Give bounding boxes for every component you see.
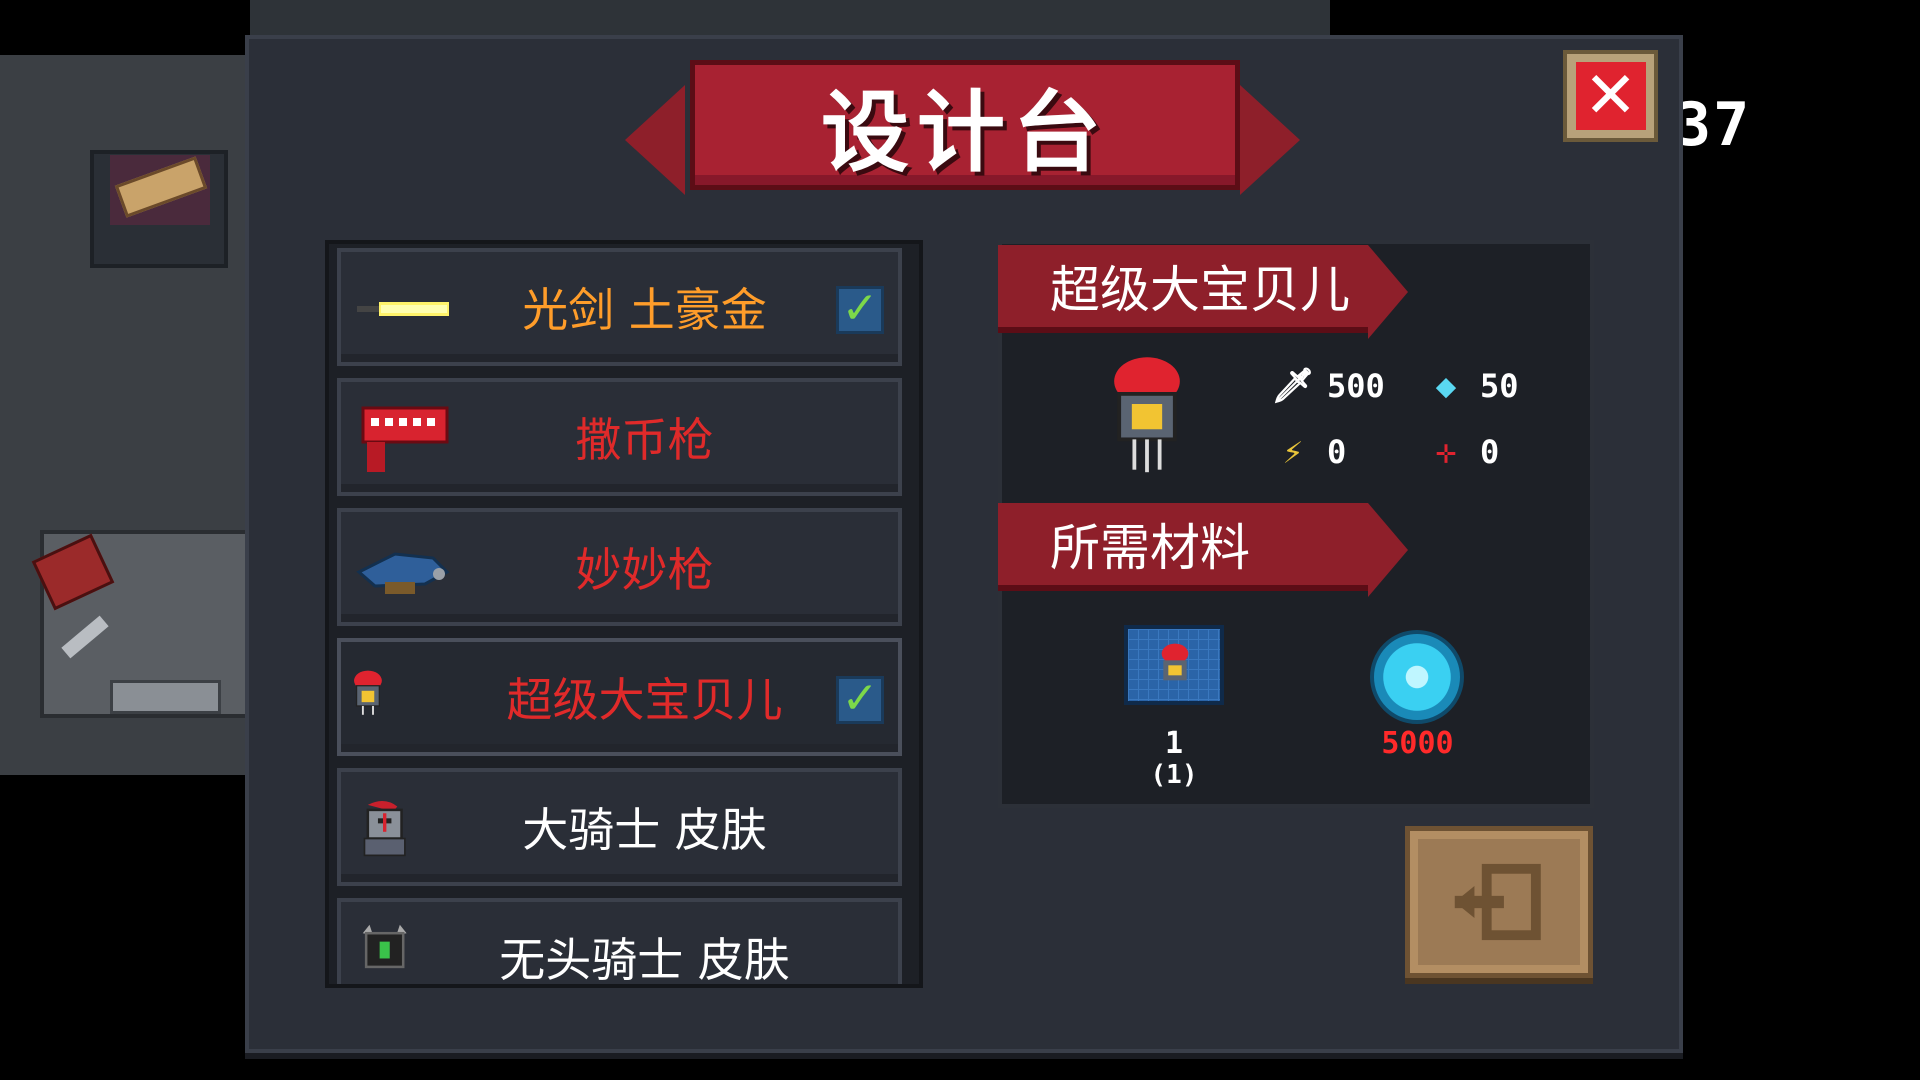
title-banner: 设计台 xyxy=(690,60,1240,190)
recipe-label: 撒币枪 xyxy=(575,413,714,467)
recipe-item-coin-gun[interactable]: 撒币枪 xyxy=(337,378,902,496)
page-title: 设计台 xyxy=(820,80,1109,184)
diamond-icon: ◆ xyxy=(1435,366,1457,406)
item-name-banner: 超级大宝贝儿 xyxy=(998,245,1408,339)
knight-skin-icon xyxy=(363,801,406,857)
materials-banner: 所需材料 xyxy=(998,503,1408,597)
checkmark-icon: ✓ xyxy=(836,286,884,334)
lightsaber-icon xyxy=(357,302,449,316)
recipe-item-mystery-gun[interactable]: 妙妙枪 xyxy=(337,508,902,626)
recipe-item-knight-skin[interactable]: 大骑士 皮肤 xyxy=(337,768,902,886)
recipe-item-headless-knight-skin[interactable]: 无头骑士 皮肤 xyxy=(337,898,902,987)
background-wall xyxy=(250,0,1330,40)
coin-gun-icon xyxy=(361,406,449,472)
close-icon: ✕ xyxy=(1575,62,1646,130)
exit-icon xyxy=(1454,863,1541,941)
sword-icon: 🗡 xyxy=(1271,366,1315,406)
checkmark-icon: ✓ xyxy=(836,676,884,724)
lightning-blade-icon: ⚡ xyxy=(1282,432,1304,472)
close-button[interactable]: ✕ xyxy=(1563,50,1658,142)
stat-energy-value: 50 xyxy=(1480,367,1519,405)
blueprint-owned-count: (1) xyxy=(1150,760,1198,790)
recipe-list[interactable]: 光剑 土豪金 ✓ 撒币枪 妙妙枪 超级大宝贝儿 ✓ 大骑士 皮肤 无头骑士 皮肤 xyxy=(325,240,923,988)
stat-attack-value: 500 xyxy=(1327,367,1385,405)
stat-critical-value: 0 xyxy=(1327,433,1347,471)
stat-critical: ⚡ 0 xyxy=(1273,432,1347,472)
stat-attack: 🗡 500 xyxy=(1271,366,1385,406)
blueprint-pet-icon xyxy=(1161,643,1189,681)
stat-spread-value: 0 xyxy=(1480,433,1500,471)
super-baby-preview-icon xyxy=(1114,357,1180,473)
super-baby-pet-icon xyxy=(354,670,382,715)
recipe-label: 无头骑士 皮肤 xyxy=(499,933,790,987)
workbench-step xyxy=(110,680,221,714)
gem-material-icon xyxy=(1370,630,1464,724)
crosshair-icon: ✛ xyxy=(1435,432,1457,472)
blueprint-material-icon xyxy=(1124,625,1224,705)
recipe-label: 大骑士 皮肤 xyxy=(522,803,767,857)
gem-required-count: 5000 xyxy=(1381,726,1454,761)
recipe-label: 妙妙枪 xyxy=(575,543,714,597)
exit-button[interactable] xyxy=(1405,826,1593,978)
recipe-item-super-baby[interactable]: 超级大宝贝儿 ✓ xyxy=(337,638,902,756)
ribbon-tail-right xyxy=(1240,85,1300,195)
recipe-label: 超级大宝贝儿 xyxy=(506,673,783,727)
blueprint-required-count: 1 xyxy=(1164,726,1184,761)
stat-energy: ◆ 50 xyxy=(1426,366,1519,406)
recipe-item-golden-lightsaber[interactable]: 光剑 土豪金 ✓ xyxy=(337,248,902,366)
recipe-label: 光剑 土豪金 xyxy=(522,283,767,337)
materials-title: 所需材料 xyxy=(1050,519,1250,577)
ribbon-tail-left xyxy=(625,85,685,195)
mystery-gun-icon xyxy=(356,552,450,594)
stat-spread: ✛ 0 xyxy=(1426,432,1500,472)
headless-knight-icon xyxy=(362,924,407,969)
item-name: 超级大宝贝儿 xyxy=(1050,261,1350,319)
hud-counter: 37 xyxy=(1675,90,1752,160)
